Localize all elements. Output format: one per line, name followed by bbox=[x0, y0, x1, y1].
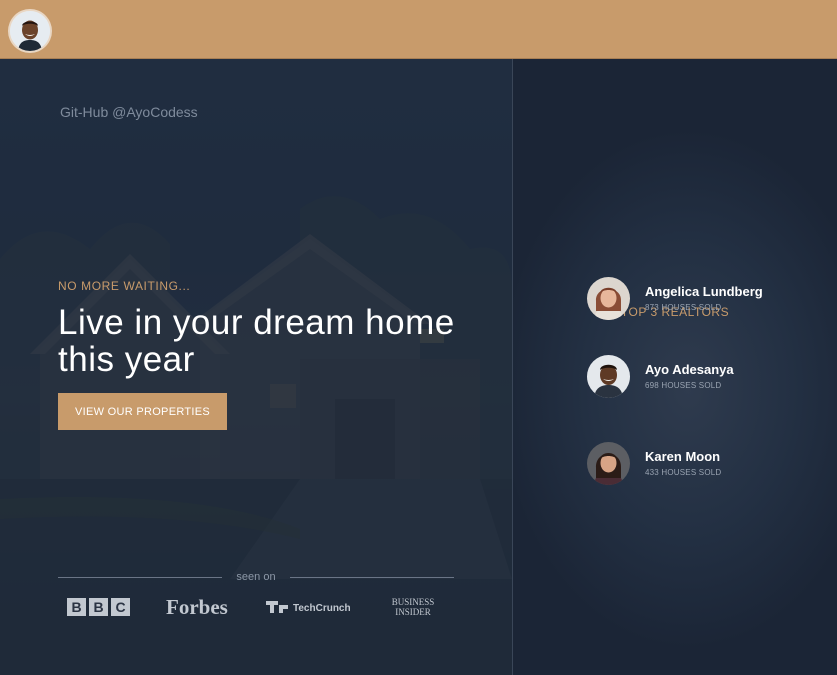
github-handle: Git-Hub @AyoCodess bbox=[60, 104, 198, 120]
forbes-logo: Forbes bbox=[166, 595, 228, 619]
business-insider-logo: BUSINESS INSIDER bbox=[392, 597, 435, 617]
svg-text:B: B bbox=[71, 599, 81, 615]
seen-on-label: seen on bbox=[236, 571, 276, 583]
hero-headline: Live in your dream home this year bbox=[58, 303, 455, 379]
top-bar bbox=[0, 0, 837, 59]
svg-text:C: C bbox=[115, 599, 125, 615]
realtor-avatar bbox=[587, 442, 630, 485]
realtor-card[interactable]: Karen Moon 433 HOUSES SOLD bbox=[587, 442, 807, 486]
svg-text:TechCrunch: TechCrunch bbox=[293, 603, 351, 614]
realtor-houses-sold: 873 HOUSES SOLD bbox=[645, 303, 722, 312]
user-avatar-icon[interactable] bbox=[10, 11, 50, 51]
realtor-name: Ayo Adesanya bbox=[645, 362, 734, 377]
view-properties-button[interactable]: VIEW OUR PROPERTIES bbox=[58, 393, 227, 430]
hero-eyebrow: NO MORE WAITING... bbox=[58, 279, 191, 293]
avatar-portrait bbox=[10, 11, 50, 51]
press-logos: B B C Forbes TechCrunch BUSINESS INSIDER bbox=[0, 595, 512, 619]
realtor-houses-sold: 433 HOUSES SOLD bbox=[645, 468, 722, 477]
svg-text:BUSINESS: BUSINESS bbox=[392, 597, 435, 607]
realtor-houses-sold: 698 HOUSES SOLD bbox=[645, 381, 722, 390]
svg-text:Forbes: Forbes bbox=[166, 595, 228, 619]
bbc-logo: B B C bbox=[67, 598, 130, 616]
realtor-card[interactable]: Angelica Lundberg 873 HOUSES SOLD bbox=[587, 277, 807, 321]
realtor-card[interactable]: Ayo Adesanya 698 HOUSES SOLD bbox=[587, 355, 807, 399]
seen-on-divider-right bbox=[290, 577, 454, 578]
realtor-name: Angelica Lundberg bbox=[645, 284, 763, 299]
realtor-name: Karen Moon bbox=[645, 449, 721, 464]
realtor-avatar bbox=[587, 355, 630, 398]
realtor-avatar bbox=[587, 277, 630, 320]
svg-text:B: B bbox=[93, 599, 103, 615]
seen-on-divider-left bbox=[58, 577, 222, 578]
techcrunch-logo: TechCrunch bbox=[266, 601, 351, 614]
svg-text:INSIDER: INSIDER bbox=[395, 607, 431, 617]
